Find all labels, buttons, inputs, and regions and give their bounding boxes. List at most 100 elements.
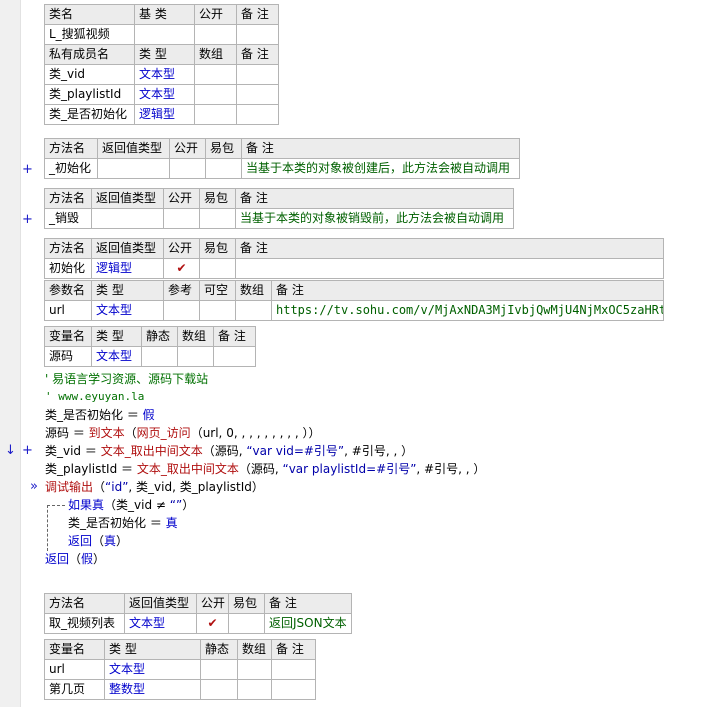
var-note-cell[interactable] — [271, 679, 316, 700]
member-name-cell[interactable]: 类_是否初始化 — [44, 104, 135, 125]
member-name-cell[interactable]: 类_vid — [44, 64, 135, 85]
code-line[interactable]: 调试输出（“id”, 类_vid, 类_playlistId） — [45, 478, 264, 496]
header-public: 公开 — [163, 238, 200, 259]
code-line[interactable]: 类_playlistId ＝ 文本_取出中间文本（源码, “var playli… — [45, 460, 485, 478]
var-type-cell[interactable]: 文本型 — [104, 659, 201, 680]
method-destroy-table: 方法名 返回值类型 公开 易包 备 注 _销毁 当基于本类的对象被销毁前，此方法… — [44, 188, 514, 229]
method-pack-cell[interactable] — [199, 208, 236, 229]
method-note-cell[interactable] — [235, 258, 664, 279]
code-text: , #引号, , ） — [344, 444, 414, 458]
var-note-cell[interactable] — [213, 346, 256, 367]
var-array-cell[interactable] — [177, 346, 214, 367]
method-name-cell[interactable]: _初始化 — [44, 158, 98, 179]
code-line[interactable]: 类_是否初始化 ＝ 真 — [68, 514, 178, 532]
var-static-cell[interactable] — [200, 659, 238, 680]
code-line[interactable]: 如果真（类_vid ≠ “”） — [68, 496, 194, 514]
code-line[interactable]: 源码 ＝ 到文本（网页_访问（url, 0, , , , , , , , , ）… — [45, 424, 321, 442]
member-type-cell[interactable]: 逻辑型 — [134, 104, 195, 125]
code-string: “var vid=#引号” — [246, 444, 345, 458]
param-nullable-cell[interactable] — [199, 300, 236, 321]
member-array-cell[interactable] — [194, 64, 237, 85]
editor-gutter — [0, 0, 21, 707]
base-class-cell[interactable] — [134, 24, 195, 45]
header-public: 公开 — [194, 4, 237, 25]
method-note-cell[interactable]: 当基于本类的对象被创建后，此方法会被自动调用 — [241, 158, 520, 179]
param-type-cell[interactable]: 文本型 — [91, 300, 164, 321]
method-name-cell[interactable]: 初始化 — [44, 258, 92, 279]
var-static-cell[interactable] — [200, 679, 238, 700]
method-return-cell[interactable]: 文本型 — [124, 613, 197, 634]
header-member-type: 类 型 — [134, 44, 195, 65]
current-line-icon: » — [30, 479, 38, 494]
code-line[interactable]: 返回（真） — [68, 532, 128, 550]
method-name-cell[interactable]: _销毁 — [44, 208, 92, 229]
breakpoint-arrow-icon[interactable]: ↓ — [5, 444, 16, 458]
var-type-cell[interactable]: 整数型 — [104, 679, 201, 700]
code-line[interactable]: 类_vid ＝ 文本_取出中间文本（源码, “var vid=#引号”, #引号… — [45, 442, 413, 460]
class-note-cell[interactable] — [236, 24, 279, 45]
code-comment-line[interactable]: ' 易语言学习资源、源码下载站 — [45, 370, 208, 388]
public-check-icon[interactable]: ✔ — [196, 613, 229, 634]
method-return-cell[interactable] — [97, 158, 170, 179]
header-member-array: 数组 — [194, 44, 237, 65]
var-name-cell[interactable]: url — [44, 659, 105, 680]
header-param-ref: 参考 — [163, 280, 200, 301]
method-pack-cell[interactable] — [199, 258, 236, 279]
header-easy-pack: 易包 — [228, 593, 265, 614]
method-public-cell[interactable] — [169, 158, 206, 179]
param-note-cell[interactable]: https://tv.sohu.com/v/MjAxNDA3MjIvbjQwMj… — [271, 300, 664, 321]
method-pack-cell[interactable] — [228, 613, 265, 634]
var-name-cell[interactable]: 源码 — [44, 346, 92, 367]
code-text: 类_是否初始化 ＝ — [68, 516, 166, 530]
method-pack-cell[interactable] — [205, 158, 242, 179]
member-note-cell[interactable] — [236, 84, 279, 105]
header-member-note: 备 注 — [236, 44, 279, 65]
method-note-cell[interactable]: 当基于本类的对象被销毁前，此方法会被自动调用 — [235, 208, 514, 229]
expand-line-icon[interactable]: + — [22, 444, 33, 458]
method-return-cell[interactable]: 逻辑型 — [91, 258, 164, 279]
method-note-cell[interactable]: 返回JSON文本 — [264, 613, 352, 634]
var-type-cell[interactable]: 文本型 — [91, 346, 142, 367]
var-array-cell[interactable] — [237, 679, 272, 700]
header-easy-pack: 易包 — [199, 188, 236, 209]
expand-method-init-icon[interactable]: + — [22, 163, 33, 177]
method-init-table: 方法名 返回值类型 公开 易包 备 注 _初始化 当基于本类的对象被创建后，此方… — [44, 138, 520, 179]
expand-method-destroy-icon[interactable]: + — [22, 213, 33, 227]
var-note-cell[interactable] — [271, 659, 316, 680]
header-var-note: 备 注 — [271, 639, 316, 660]
class-name-cell[interactable]: L_搜狐视频 — [44, 24, 135, 45]
class-public-cell[interactable] — [194, 24, 237, 45]
header-var-name: 变量名 — [44, 639, 105, 660]
member-note-cell[interactable] — [236, 64, 279, 85]
header-public: 公开 — [163, 188, 200, 209]
param-array-cell[interactable] — [235, 300, 272, 321]
member-array-cell[interactable] — [194, 84, 237, 105]
member-type-cell[interactable]: 文本型 — [134, 64, 195, 85]
param-ref-cell[interactable] — [163, 300, 200, 321]
var-name-cell[interactable]: 第几页 — [44, 679, 105, 700]
code-text: ） — [182, 498, 195, 512]
code-line[interactable]: 返回（假） — [45, 550, 105, 568]
method-name-cell[interactable]: 取_视频列表 — [44, 613, 125, 634]
video-list-var-table: 变量名 类 型 静态 数组 备 注 url 文本型 第几页 整数型 — [44, 639, 316, 700]
member-type-cell[interactable]: 文本型 — [134, 84, 195, 105]
code-text: , 类_vid, 类_playlistId） — [128, 480, 264, 494]
code-string: “” — [169, 498, 183, 512]
header-param-type: 类 型 — [91, 280, 164, 301]
member-array-cell[interactable] — [194, 104, 237, 125]
public-check-icon[interactable]: ✔ — [163, 258, 200, 279]
method-return-cell[interactable] — [91, 208, 164, 229]
code-comment-line[interactable]: ' www.eyuyan.la — [45, 388, 144, 406]
code-text: ） — [93, 552, 106, 566]
code-line[interactable]: 类_是否初始化 ＝ 假 — [45, 406, 155, 424]
table-row: 类_是否初始化 逻辑型 — [44, 104, 279, 125]
member-note-cell[interactable] — [236, 104, 279, 125]
header-note: 备 注 — [264, 593, 352, 614]
var-static-cell[interactable] — [141, 346, 178, 367]
header-var-static: 静态 — [200, 639, 238, 660]
var-array-cell[interactable] — [237, 659, 272, 680]
method-public-cell[interactable] — [163, 208, 200, 229]
header-public: 公开 — [169, 138, 206, 159]
member-name-cell[interactable]: 类_playlistId — [44, 84, 135, 105]
param-name-cell[interactable]: url — [44, 300, 92, 321]
